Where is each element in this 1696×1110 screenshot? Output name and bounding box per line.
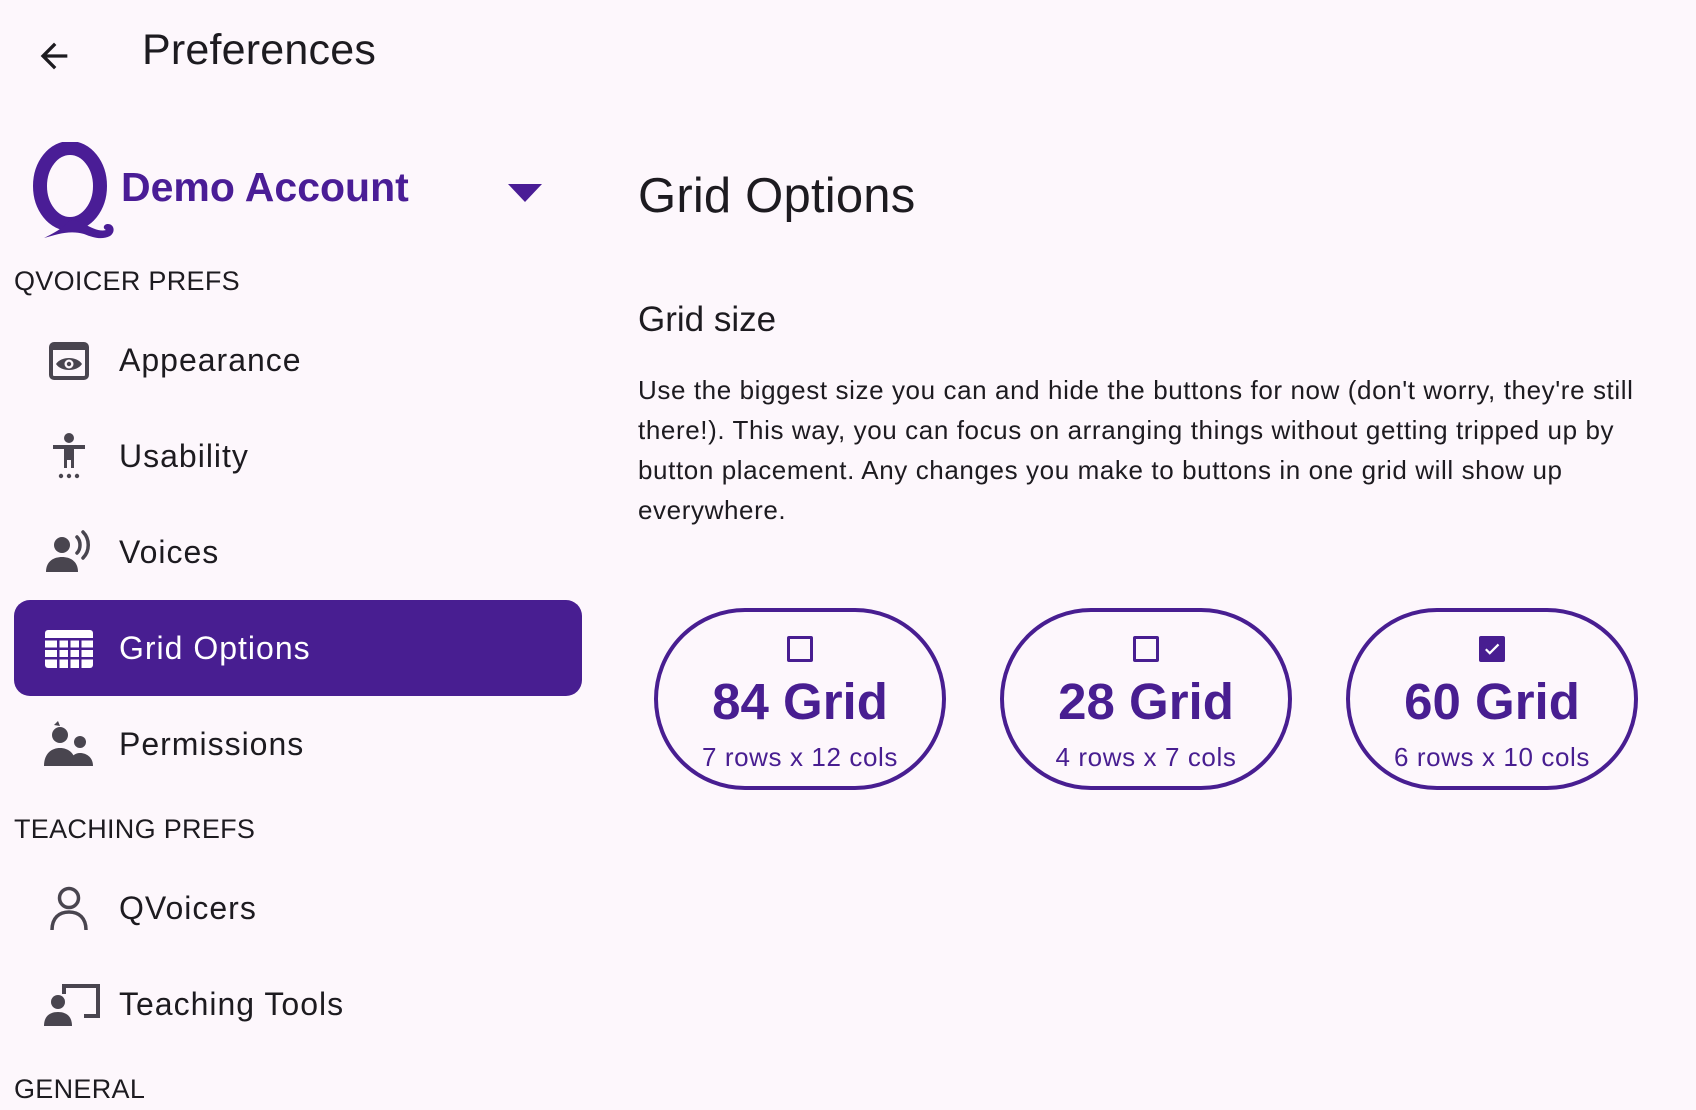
sidebar-item-qvoicers[interactable]: QVoicers [14, 860, 582, 956]
grid-option-name: 84 Grid [712, 673, 888, 730]
sidebar: Demo Account QVOICER PREFS Appearance Us… [0, 110, 590, 1110]
accessibility-icon [53, 433, 85, 479]
section-header-general: GENERAL [14, 1074, 146, 1104]
grid-option-84[interactable]: 84 Grid 7 rows x 12 cols [654, 608, 946, 790]
section-header-qvoicer-prefs: QVOICER PREFS [14, 266, 240, 296]
section-header-teaching-prefs: TEACHING PREFS [14, 814, 256, 844]
qvoice-logo-icon [33, 142, 114, 239]
sidebar-item-usability[interactable]: Usability [14, 408, 582, 504]
sidebar-item-label: Grid Options [119, 630, 311, 666]
sidebar-item-label: Voices [119, 534, 220, 570]
sidebar-item-grid-options[interactable]: Grid Options [14, 600, 582, 696]
app-window: Preferences Demo Account QVOICER PREFS A… [0, 0, 1696, 1110]
account-selector[interactable]: Demo Account [14, 128, 560, 239]
back-button[interactable] [26, 28, 82, 84]
grid-option-name: 28 Grid [1058, 673, 1234, 730]
grid-icon [45, 630, 93, 668]
permissions-icon [44, 721, 93, 766]
sidebar-item-permissions[interactable]: Permissions [14, 696, 582, 792]
grid-size-description: Use the biggest size you can and hide th… [638, 375, 1634, 525]
grid-option-dims: 4 rows x 7 cols [1055, 742, 1237, 772]
check-icon [1485, 643, 1500, 655]
dropdown-caret-icon [508, 184, 542, 202]
grid-option-dims: 6 rows x 10 cols [1393, 742, 1590, 772]
teaching-icon [44, 984, 100, 1026]
grid-size-heading: Grid size [638, 300, 777, 339]
appearance-icon [49, 342, 89, 380]
voice-icon [46, 530, 90, 572]
sidebar-item-teaching-tools[interactable]: Teaching Tools [14, 956, 582, 1052]
checkbox[interactable] [787, 636, 813, 662]
sidebar-item-label: Appearance [119, 342, 302, 378]
sidebar-item-voices[interactable]: Voices [14, 504, 582, 600]
account-name: Demo Account [121, 164, 409, 210]
sidebar-item-appearance[interactable]: Appearance [14, 312, 582, 408]
sidebar-item-label: Teaching Tools [119, 986, 345, 1022]
arrow-back-icon [40, 42, 68, 70]
sidebar-item-label: Usability [119, 438, 249, 474]
top-app-bar: Preferences [0, 0, 1696, 104]
grid-option-dims: 7 rows x 12 cols [701, 742, 898, 772]
checkbox[interactable] [1133, 636, 1159, 662]
page-title: Preferences [142, 26, 377, 74]
sidebar-item-label: QVoicers [119, 890, 257, 926]
sidebar-item-label: Permissions [119, 726, 305, 762]
main-content: Grid Options Grid size Use the biggest s… [590, 110, 1696, 1110]
content-title: Grid Options [638, 169, 916, 223]
checkbox-checked[interactable] [1479, 636, 1505, 662]
grid-option-28[interactable]: 28 Grid 4 rows x 7 cols [1000, 608, 1292, 790]
grid-option-name: 60 Grid [1404, 673, 1580, 730]
grid-option-60[interactable]: 60 Grid 6 rows x 10 cols [1346, 608, 1638, 790]
person-icon [50, 886, 88, 931]
